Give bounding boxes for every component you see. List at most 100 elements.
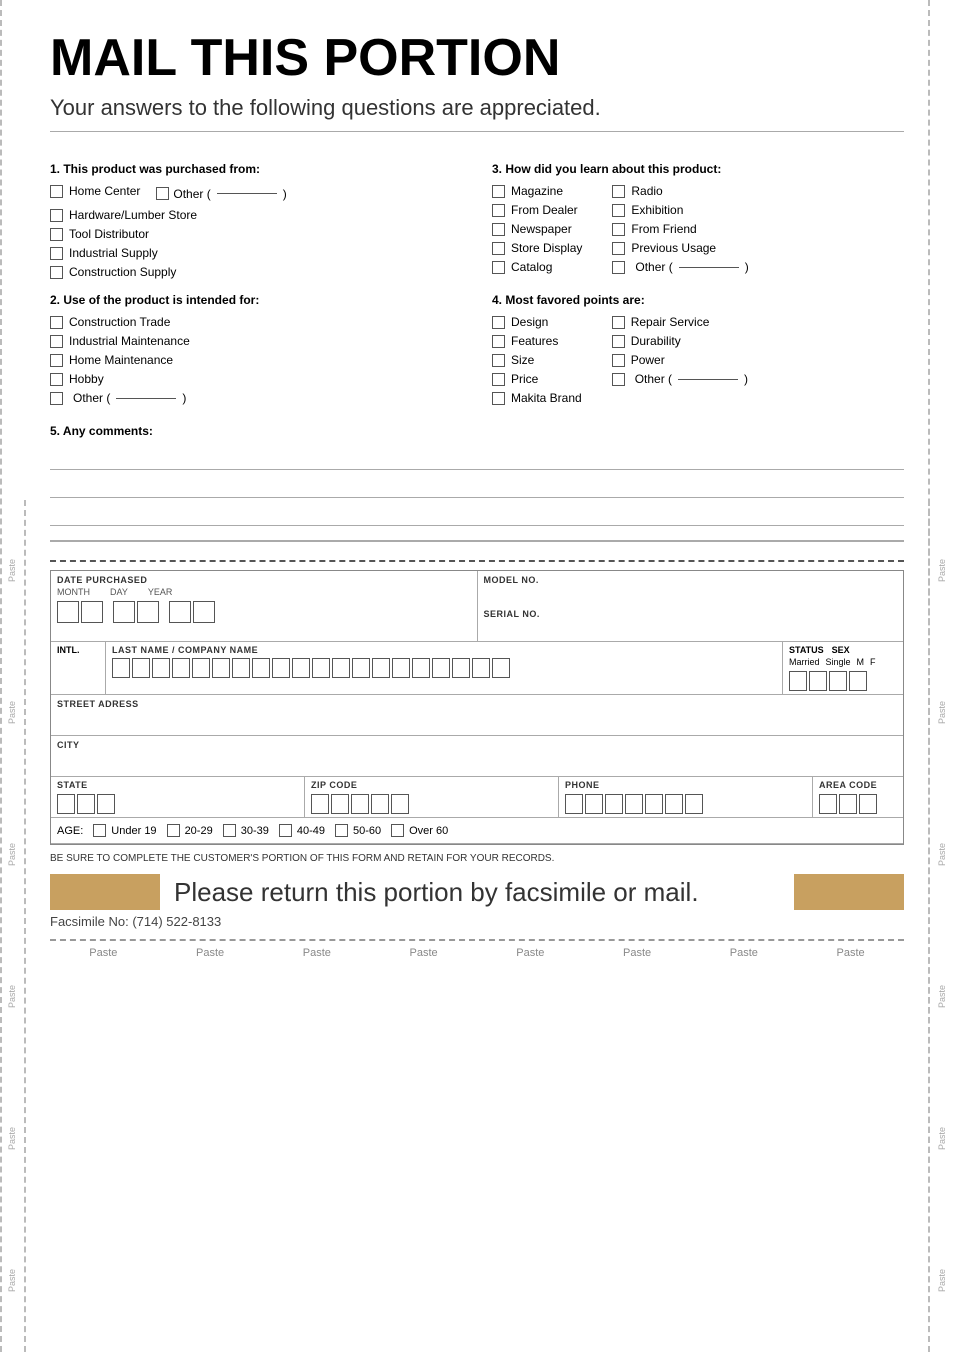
checkbox-box[interactable] <box>492 204 505 217</box>
year-box-2[interactable] <box>193 601 215 623</box>
phone-box[interactable] <box>665 794 683 814</box>
name-box[interactable] <box>272 658 290 678</box>
year-box-1[interactable] <box>169 601 191 623</box>
checkbox-home-maint[interactable]: Home Maintenance <box>50 353 462 367</box>
checkbox-box[interactable] <box>612 185 625 198</box>
checkbox-power[interactable]: Power <box>612 353 748 367</box>
checkbox-box[interactable] <box>50 373 63 386</box>
checkbox-box[interactable] <box>50 266 63 279</box>
phone-box[interactable] <box>685 794 703 814</box>
checkbox-from-dealer[interactable]: From Dealer <box>492 203 582 217</box>
name-box[interactable] <box>332 658 350 678</box>
name-box[interactable] <box>492 658 510 678</box>
status-box-2[interactable] <box>809 671 827 691</box>
name-box[interactable] <box>372 658 390 678</box>
checkbox-repair-service[interactable]: Repair Service <box>612 315 748 329</box>
checkbox-box[interactable] <box>50 335 63 348</box>
comment-line-3[interactable] <box>50 502 904 526</box>
checkbox-box[interactable] <box>612 373 625 386</box>
phone-box[interactable] <box>585 794 603 814</box>
phone-box[interactable] <box>645 794 663 814</box>
name-box[interactable] <box>152 658 170 678</box>
age-30-39[interactable]: 30-39 <box>223 824 269 837</box>
checkbox-tool-dist[interactable]: Tool Distributor <box>50 227 462 241</box>
area-box[interactable] <box>859 794 877 814</box>
checkbox-box[interactable] <box>50 209 63 222</box>
checkbox-box[interactable] <box>492 316 505 329</box>
phone-box[interactable] <box>565 794 583 814</box>
sex-box-m[interactable] <box>829 671 847 691</box>
name-box[interactable] <box>352 658 370 678</box>
checkbox-durability[interactable]: Durability <box>612 334 748 348</box>
day-box-2[interactable] <box>137 601 159 623</box>
age-under19[interactable]: Under 19 <box>93 824 156 837</box>
status-box-1[interactable] <box>789 671 807 691</box>
checkbox-box[interactable] <box>612 223 625 236</box>
checkbox-industrial[interactable]: Industrial Supply <box>50 246 462 260</box>
age-checkbox[interactable] <box>279 824 292 837</box>
name-box[interactable] <box>432 658 450 678</box>
checkbox-hobby[interactable]: Hobby <box>50 372 462 386</box>
name-box[interactable] <box>312 658 330 678</box>
zip-box[interactable] <box>391 794 409 814</box>
sex-box-f[interactable] <box>849 671 867 691</box>
checkbox-box[interactable] <box>50 392 63 405</box>
age-over60[interactable]: Over 60 <box>391 824 448 837</box>
checkbox-box-other[interactable] <box>156 187 169 200</box>
name-box[interactable] <box>112 658 130 678</box>
checkbox-makita-brand[interactable]: Makita Brand <box>492 391 582 405</box>
age-checkbox[interactable] <box>335 824 348 837</box>
checkbox-design[interactable]: Design <box>492 315 582 329</box>
checkbox-box[interactable] <box>50 185 63 198</box>
month-box-1[interactable] <box>57 601 79 623</box>
state-box[interactable] <box>77 794 95 814</box>
name-box[interactable] <box>472 658 490 678</box>
name-box[interactable] <box>452 658 470 678</box>
checkbox-box[interactable] <box>50 228 63 241</box>
checkbox-radio[interactable]: Radio <box>612 184 748 198</box>
checkbox-box[interactable] <box>612 316 625 329</box>
day-box-1[interactable] <box>113 601 135 623</box>
checkbox-home-center[interactable]: Home Center <box>50 184 140 198</box>
name-box[interactable] <box>412 658 430 678</box>
age-40-49[interactable]: 40-49 <box>279 824 325 837</box>
name-box[interactable] <box>232 658 250 678</box>
checkbox-box[interactable] <box>612 242 625 255</box>
comment-line-2[interactable] <box>50 474 904 498</box>
checkbox-magazine[interactable]: Magazine <box>492 184 582 198</box>
phone-box[interactable] <box>625 794 643 814</box>
checkbox-hardware[interactable]: Hardware/Lumber Store <box>50 208 462 222</box>
zip-box[interactable] <box>331 794 349 814</box>
name-box[interactable] <box>212 658 230 678</box>
checkbox-box[interactable] <box>50 316 63 329</box>
age-20-29[interactable]: 20-29 <box>167 824 213 837</box>
phone-box[interactable] <box>605 794 623 814</box>
zip-box[interactable] <box>311 794 329 814</box>
checkbox-box[interactable] <box>612 354 625 367</box>
checkbox-box[interactable] <box>492 242 505 255</box>
checkbox-box[interactable] <box>492 392 505 405</box>
checkbox-box[interactable] <box>612 261 625 274</box>
checkbox-box[interactable] <box>492 335 505 348</box>
checkbox-catalog[interactable]: Catalog <box>492 260 582 274</box>
checkbox-price[interactable]: Price <box>492 372 582 386</box>
checkbox-prev-usage[interactable]: Previous Usage <box>612 241 748 255</box>
name-box[interactable] <box>392 658 410 678</box>
checkbox-constr-trade[interactable]: Construction Trade <box>50 315 462 329</box>
name-box[interactable] <box>192 658 210 678</box>
checkbox-box[interactable] <box>50 354 63 367</box>
checkbox-box[interactable] <box>612 335 625 348</box>
zip-box[interactable] <box>351 794 369 814</box>
checkbox-box[interactable] <box>492 354 505 367</box>
checkbox-indust-maint[interactable]: Industrial Maintenance <box>50 334 462 348</box>
checkbox-box[interactable] <box>492 185 505 198</box>
checkbox-features[interactable]: Features <box>492 334 582 348</box>
zip-box[interactable] <box>371 794 389 814</box>
age-checkbox[interactable] <box>391 824 404 837</box>
checkbox-size[interactable]: Size <box>492 353 582 367</box>
checkbox-box[interactable] <box>50 247 63 260</box>
checkbox-box[interactable] <box>612 204 625 217</box>
name-box[interactable] <box>252 658 270 678</box>
checkbox-box[interactable] <box>492 223 505 236</box>
state-box[interactable] <box>97 794 115 814</box>
